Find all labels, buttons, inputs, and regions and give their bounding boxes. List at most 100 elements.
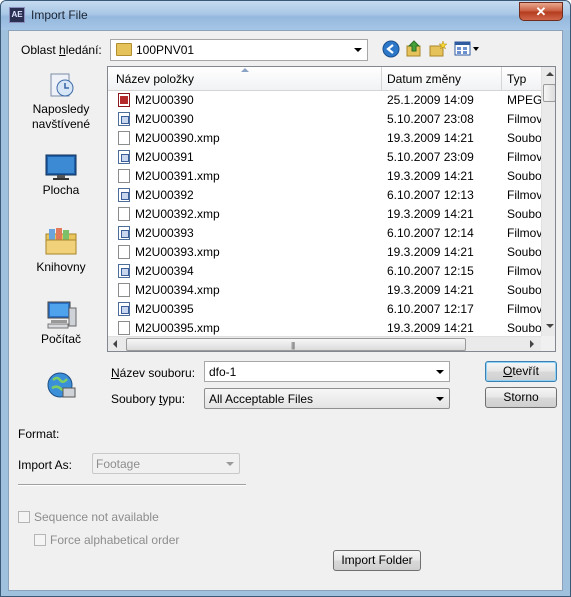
file-name-cell: M2U00393: [135, 226, 194, 240]
file-type-cell: Filmov: [507, 150, 543, 164]
file-type-cell: Filmov: [507, 264, 543, 278]
file-type-label-prefix: Soubory: [111, 392, 160, 406]
file-row[interactable]: M2U00391.xmp 19.3.2009 14:21 Soubo: [108, 167, 543, 186]
new-folder-icon[interactable]: [429, 40, 447, 58]
import-as-label: Import As:: [18, 458, 73, 472]
place-network[interactable]: [15, 368, 107, 402]
file-type-dropdown[interactable]: All Acceptable Files: [204, 388, 450, 409]
file-name-input[interactable]: dfo-1: [204, 361, 450, 382]
file-row[interactable]: M2U00395 6.10.2007 12:17 Filmov: [108, 300, 543, 319]
file-name-cell: M2U00392.xmp: [135, 207, 220, 221]
movie-file-icon: [118, 302, 130, 316]
vertical-scrollbar[interactable]: [541, 67, 555, 337]
column-separator[interactable]: [501, 67, 502, 90]
file-type-cell: Soubo: [507, 245, 542, 259]
file-list[interactable]: Název položky Datum změny Typ M2U00390 25…: [107, 66, 556, 352]
file-type-cell: Filmov: [507, 112, 543, 126]
file-type-cell: Soubo: [507, 283, 542, 297]
file-date-cell: 5.10.2007 23:08: [387, 112, 474, 126]
look-in-label-suffix: ledání:: [65, 43, 102, 57]
movie-file-icon: [118, 188, 130, 202]
column-name-header[interactable]: Název položky: [116, 72, 194, 86]
open-button[interactable]: Otevřít: [485, 361, 557, 382]
open-button-rest: tevřít: [512, 364, 539, 378]
file-row[interactable]: M2U00393.xmp 19.3.2009 14:21 Soubo: [108, 243, 543, 262]
view-menu-icon[interactable]: [454, 40, 480, 58]
place-desktop[interactable]: Plocha: [15, 150, 107, 210]
libraries-icon: [45, 228, 77, 255]
look-in-value: 100PNV01: [136, 43, 195, 57]
chevron-down-icon[interactable]: [436, 370, 444, 374]
file-name-cell: M2U00394.xmp: [135, 283, 220, 297]
column-date-header[interactable]: Datum změny: [387, 72, 461, 86]
file-name-cell: M2U00391: [135, 150, 194, 164]
column-type-header[interactable]: Typ: [507, 72, 526, 86]
scroll-down-icon[interactable]: [546, 324, 554, 328]
import-as-value: Footage: [96, 457, 141, 471]
import-folder-button[interactable]: Import Folder: [333, 550, 421, 571]
file-name-label-rest: ázev souboru:: [119, 366, 196, 380]
file-name-cell: M2U00390: [135, 93, 194, 107]
folder-icon: [116, 43, 132, 56]
place-libraries[interactable]: Knihovny: [15, 224, 107, 284]
file-date-cell: 19.3.2009 14:21: [387, 131, 474, 145]
scroll-right-icon[interactable]: [530, 340, 534, 348]
chevron-down-icon: [354, 48, 362, 52]
file-name-cell: M2U00390: [135, 112, 194, 126]
place-libraries-label: Knihovny: [36, 260, 86, 274]
divider: [18, 484, 246, 486]
document-file-icon: [118, 283, 130, 297]
import-as-dropdown: Footage: [92, 453, 240, 474]
file-type-cell: Soubo: [507, 207, 542, 221]
file-date-cell: 6.10.2007 12:14: [387, 226, 474, 240]
file-row[interactable]: M2U00394.xmp 19.3.2009 14:21 Soubo: [108, 281, 543, 300]
file-type-cell: Soubo: [507, 321, 542, 335]
file-name-cell: M2U00395.xmp: [135, 321, 220, 335]
file-date-cell: 19.3.2009 14:21: [387, 207, 474, 221]
place-recent-label-1: Naposledy: [32, 102, 90, 116]
file-date-cell: 6.10.2007 12:17: [387, 302, 474, 316]
look-in-label-accel: h: [59, 43, 66, 57]
format-label: Format:: [18, 427, 60, 441]
network-icon: [47, 372, 76, 398]
place-computer[interactable]: Počítač: [15, 298, 107, 358]
file-row[interactable]: M2U00392 6.10.2007 12:13 Filmov: [108, 186, 543, 205]
horizontal-scroll-thumb[interactable]: |||: [126, 338, 466, 351]
scroll-up-icon[interactable]: [546, 72, 554, 76]
file-name-cell: M2U00390.xmp: [135, 131, 220, 145]
place-computer-label: Počítač: [40, 332, 82, 346]
back-icon[interactable]: [382, 40, 400, 58]
scrollbar-corner: [541, 336, 555, 351]
file-type-cell: Filmov: [507, 226, 543, 240]
file-type-label-suffix: ypu:: [162, 392, 186, 406]
file-row[interactable]: M2U00390.xmp 19.3.2009 14:21 Soubo: [108, 129, 543, 148]
document-file-icon: [118, 245, 130, 259]
look-in-dropdown[interactable]: 100PNV01: [110, 39, 368, 61]
file-date-cell: 5.10.2007 23:09: [387, 150, 474, 164]
chevron-down-icon: [436, 397, 444, 401]
column-header-row: Název položky Datum změny Typ: [108, 67, 543, 91]
cancel-button[interactable]: Storno: [485, 387, 557, 408]
sort-ascending-icon: [241, 68, 249, 72]
scroll-left-icon[interactable]: [113, 340, 117, 348]
place-recent[interactable]: Naposledy navštívené: [15, 66, 107, 138]
import-file-dialog: AE Import File ✕ Oblast hledání: 100PNV0…: [0, 0, 571, 597]
look-in-label-prefix: Oblast: [21, 43, 60, 57]
vertical-scroll-thumb[interactable]: [543, 84, 555, 102]
up-folder-icon[interactable]: [405, 40, 423, 58]
file-row[interactable]: M2U00394 6.10.2007 12:15 Filmov: [108, 262, 543, 281]
file-row[interactable]: M2U00392.xmp 19.3.2009 14:21 Soubo: [108, 205, 543, 224]
close-button[interactable]: ✕: [519, 2, 563, 21]
document-file-icon: [118, 131, 130, 145]
movie-file-icon: [118, 226, 130, 240]
file-name-cell: M2U00393.xmp: [135, 245, 220, 259]
file-date-cell: 19.3.2009 14:21: [387, 169, 474, 183]
file-row[interactable]: M2U00393 6.10.2007 12:14 Filmov: [108, 224, 543, 243]
file-row[interactable]: M2U00390 5.10.2007 23:08 Filmov: [108, 110, 543, 129]
title-bar[interactable]: AE Import File ✕: [1, 1, 570, 30]
file-row[interactable]: M2U00390 25.1.2009 14:09 MPEG-: [108, 91, 543, 110]
file-date-cell: 25.1.2009 14:09: [387, 93, 474, 107]
horizontal-scrollbar[interactable]: |||: [108, 336, 541, 351]
file-row[interactable]: M2U00391 5.10.2007 23:09 Filmov: [108, 148, 543, 167]
column-separator[interactable]: [381, 67, 382, 90]
